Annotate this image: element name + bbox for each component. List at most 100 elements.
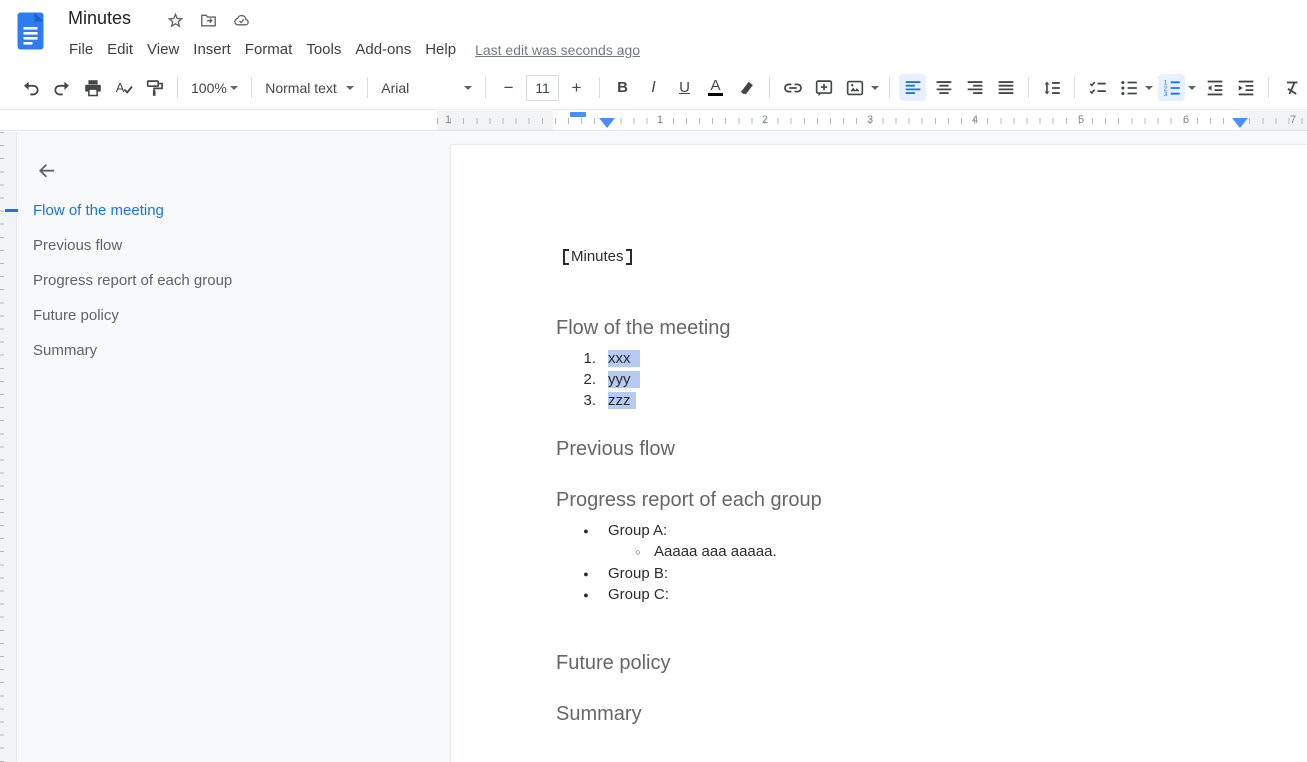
ruler-label: 1 <box>657 114 663 126</box>
heading-progress-report[interactable]: Progress report of each group <box>556 489 822 512</box>
selected-text[interactable]: yyy <box>608 371 640 388</box>
align-center-button[interactable] <box>930 74 957 101</box>
heading-previous-flow[interactable]: Previous flow <box>556 438 675 461</box>
title-actions <box>166 11 251 30</box>
menu-help[interactable]: Help <box>418 39 463 60</box>
first-line-indent-marker[interactable] <box>570 112 586 117</box>
align-right-button[interactable] <box>961 74 988 101</box>
increase-font-size-button[interactable]: + <box>563 74 590 101</box>
align-left-button[interactable] <box>899 74 926 101</box>
heading-flow-of-the-meeting[interactable]: Flow of the meeting <box>556 317 731 340</box>
document-outline-panel: Flow of the meeting Previous flow Progre… <box>18 132 438 762</box>
toolbar-separator <box>599 77 600 98</box>
bullet-text[interactable]: Group A: <box>608 522 667 539</box>
docs-logo-icon[interactable] <box>17 12 44 50</box>
menu-addons[interactable]: Add-ons <box>348 39 418 60</box>
document-title[interactable]: Minutes <box>68 8 131 29</box>
numbered-list-item[interactable]: 1.xxx <box>576 348 640 369</box>
menu-edit[interactable]: Edit <box>100 39 140 60</box>
heading-future-policy[interactable]: Future policy <box>556 652 671 675</box>
text-color-button[interactable]: A <box>702 74 729 101</box>
bulleted-list-button[interactable] <box>1115 74 1142 101</box>
bulleted-list-dropdown[interactable] <box>1145 86 1153 90</box>
decrease-font-size-button[interactable]: − <box>495 74 522 101</box>
bullet-text[interactable]: Group B: <box>608 565 668 582</box>
numbered-list-button[interactable]: 123 <box>1158 74 1185 101</box>
zoom-select[interactable]: 100% <box>185 74 244 101</box>
checklist-button[interactable] <box>1084 74 1111 101</box>
selected-text[interactable]: xxx <box>608 350 640 367</box>
chevron-down-icon <box>464 86 472 90</box>
right-indent-marker[interactable] <box>1232 118 1248 128</box>
main-area: Flow of the meeting Previous flow Progre… <box>0 132 1307 762</box>
line-spacing-button[interactable] <box>1038 74 1065 101</box>
lenticular-bracket-open <box>563 249 569 265</box>
bullet-list-item[interactable]: ●Group A: <box>576 520 667 541</box>
heading-summary[interactable]: Summary <box>556 703 642 726</box>
insert-image-button[interactable] <box>841 74 868 101</box>
menu-format[interactable]: Format <box>238 39 300 60</box>
ruler-label: 3 <box>867 114 873 126</box>
numbered-list-dropdown[interactable] <box>1188 86 1196 90</box>
decrease-indent-button[interactable] <box>1201 74 1228 101</box>
last-edit-link[interactable]: Last edit was seconds ago <box>475 42 640 58</box>
ruler-label: 7 <box>1290 114 1296 126</box>
ruler-label: 5 <box>1078 114 1084 126</box>
left-indent-marker[interactable] <box>599 118 615 128</box>
spellcheck-button[interactable]: A <box>110 74 137 101</box>
numbered-list-item[interactable]: 2.yyy <box>576 369 640 390</box>
bullet-list-item[interactable]: ● Group B: <box>576 563 668 584</box>
selected-text[interactable]: zzz <box>608 392 636 409</box>
font-family-select[interactable]: Arial <box>375 74 478 101</box>
sub-bullet-list-item[interactable]: ○Aaaaa aaa aaaaa. <box>628 541 777 562</box>
menu-file[interactable]: File <box>62 39 100 60</box>
bullet-text[interactable]: Group C: <box>608 586 669 603</box>
increase-indent-button[interactable] <box>1232 74 1259 101</box>
menu-insert[interactable]: Insert <box>186 39 238 60</box>
paragraph-style-value: Normal text <box>265 80 337 96</box>
print-button[interactable] <box>79 74 106 101</box>
justify-button[interactable] <box>992 74 1019 101</box>
outline-item-previous-flow[interactable]: Previous flow <box>18 228 438 263</box>
outline-item-label: Flow of the meeting <box>33 202 164 219</box>
underline-button[interactable]: U <box>671 74 698 101</box>
ruler-label: 6 <box>1183 114 1189 126</box>
cloud-status-icon[interactable] <box>232 11 251 30</box>
chevron-down-icon <box>230 86 238 90</box>
font-size-input[interactable]: 11 <box>526 75 559 101</box>
outline-item-flow-of-the-meeting[interactable]: Flow of the meeting <box>18 193 438 228</box>
italic-button[interactable]: I <box>640 74 667 101</box>
numbered-list-item[interactable]: 3.zzz <box>576 390 636 411</box>
close-outline-button[interactable] <box>30 154 62 186</box>
horizontal-ruler[interactable]: 1 1 2 3 4 5 6 7 <box>0 111 1307 131</box>
doc-title-line[interactable]: Minutes <box>563 248 632 265</box>
doc-title-text: Minutes <box>571 248 624 265</box>
move-to-folder-icon[interactable] <box>199 11 218 30</box>
sub-bullet-text[interactable]: Aaaaa aaa aaaaa. <box>654 543 777 560</box>
bold-button[interactable]: B <box>609 74 636 101</box>
add-comment-button[interactable] <box>810 74 837 101</box>
undo-button[interactable] <box>17 74 44 101</box>
current-text-color-swatch <box>708 93 723 97</box>
insert-link-button[interactable] <box>779 74 806 101</box>
document-page[interactable]: Minutes Flow of the meeting 1.xxx 2.yyy … <box>450 144 1307 762</box>
clear-formatting-button[interactable] <box>1278 74 1305 101</box>
insert-image-dropdown[interactable] <box>871 86 879 90</box>
paragraph-style-select[interactable]: Normal text <box>259 74 360 101</box>
outline-item-label: Previous flow <box>33 237 122 254</box>
paint-format-button[interactable] <box>141 74 168 101</box>
bullet-list-item[interactable]: ●Group C: <box>576 584 669 605</box>
outline-item-future-policy[interactable]: Future policy <box>18 298 438 333</box>
highlight-color-button[interactable] <box>733 74 760 101</box>
outline-item-summary[interactable]: Summary <box>18 333 438 368</box>
redo-button[interactable] <box>48 74 75 101</box>
bullet-glyph: ● <box>576 569 596 579</box>
star-icon[interactable] <box>166 11 185 30</box>
text-color-glyph: A <box>710 79 720 92</box>
menu-tools[interactable]: Tools <box>299 39 348 60</box>
svg-text:A: A <box>115 80 124 95</box>
outline-item-label: Future policy <box>33 307 119 324</box>
menu-view[interactable]: View <box>140 39 186 60</box>
vertical-ruler[interactable] <box>0 132 17 762</box>
outline-item-progress-report[interactable]: Progress report of each group <box>18 263 438 298</box>
